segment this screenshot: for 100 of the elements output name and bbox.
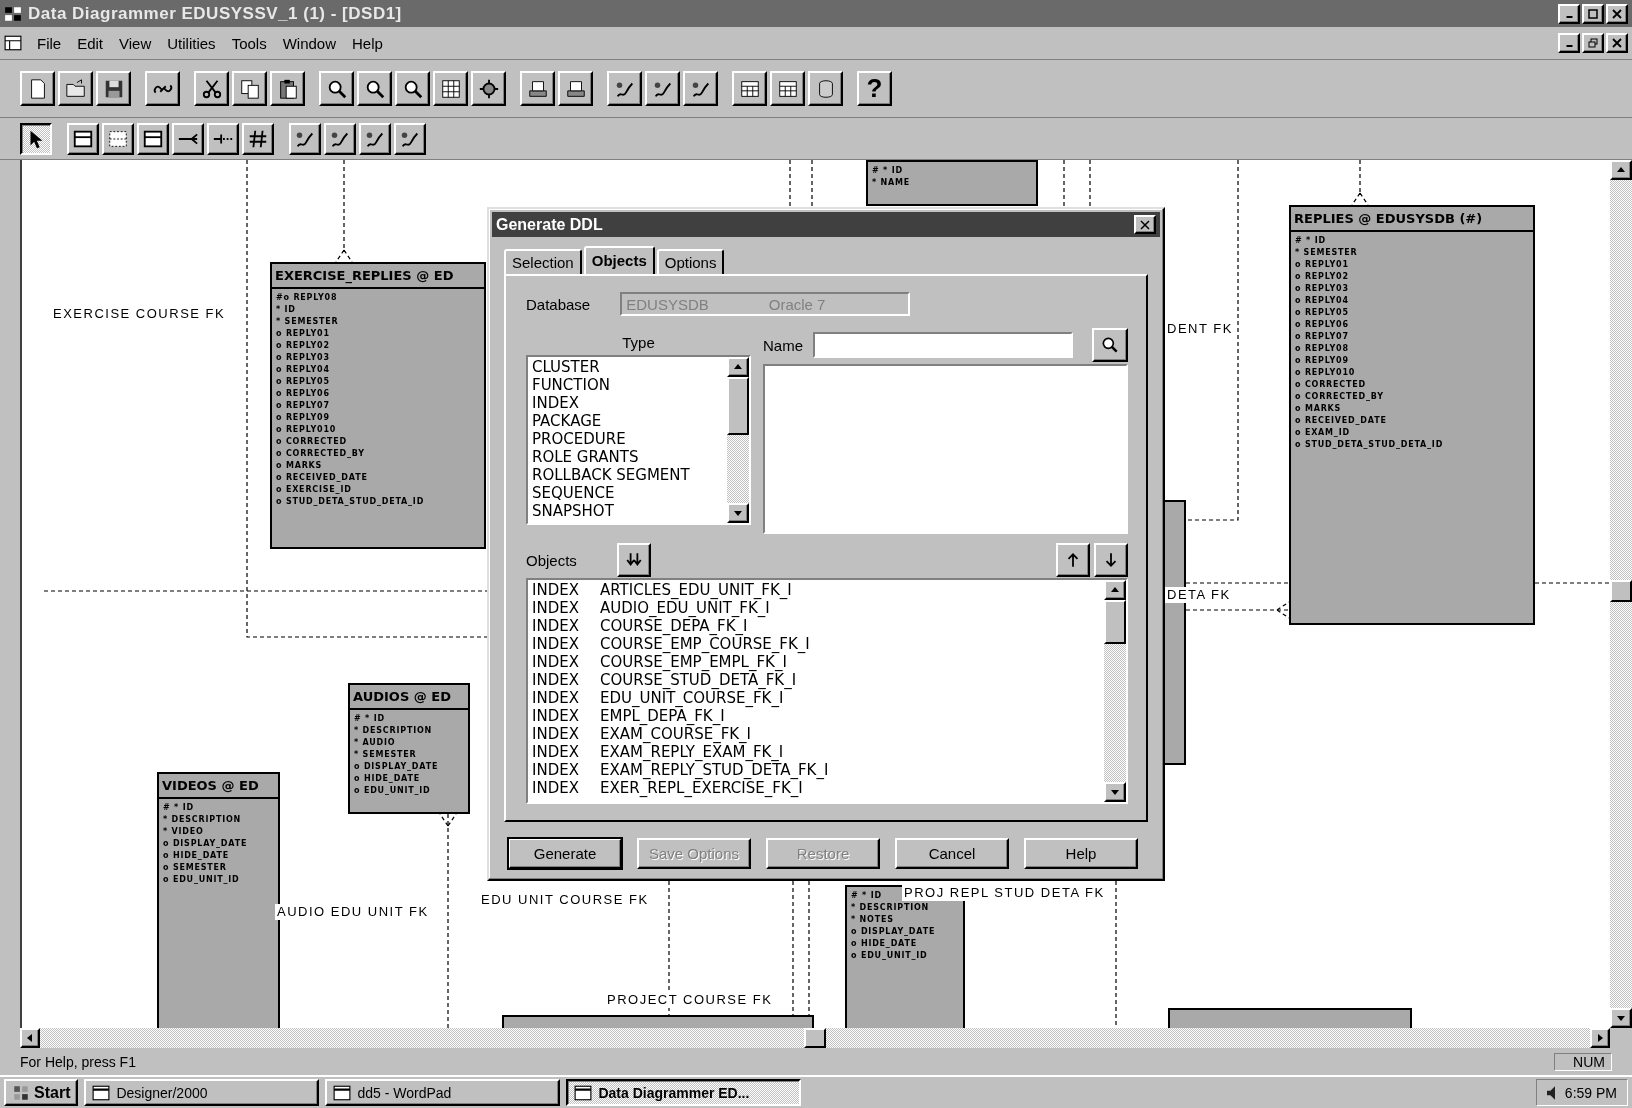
toolbar-button[interactable] <box>732 71 767 106</box>
scroll-down-button[interactable] <box>727 503 749 523</box>
list-item[interactable]: ROLLBACK SEGMENT <box>532 466 723 484</box>
scroll-up-button[interactable] <box>727 357 749 377</box>
scroll-right-button[interactable] <box>1590 1028 1610 1048</box>
menu-item[interactable]: View <box>112 34 161 52</box>
scroll-down-button[interactable] <box>1104 782 1126 802</box>
maximize-button[interactable] <box>1582 3 1604 24</box>
object-name[interactable]: EXER_REPL_EXERCISE_FK_I <box>600 779 803 797</box>
objects-list[interactable] <box>526 578 1128 804</box>
object-name[interactable]: EXAM_REPLY_STUD_DETA_FK_I <box>600 761 829 779</box>
list-item[interactable]: SNAPSHOT <box>532 502 723 520</box>
toolbar-button[interactable] <box>395 71 430 106</box>
entity-attribute: o REPLY02 <box>276 340 330 352</box>
menu-item[interactable]: File <box>30 34 71 52</box>
tool-button[interactable] <box>20 122 52 155</box>
dialog-button[interactable]: Cancel <box>895 838 1009 869</box>
menu-item[interactable]: Tools <box>224 34 276 52</box>
scroll-thumb[interactable] <box>1610 580 1632 602</box>
toolbar-button[interactable] <box>471 71 506 106</box>
menu-item[interactable]: Window <box>275 34 345 52</box>
object-name[interactable]: COURSE_EMP_EMPL_FK_I <box>600 653 787 671</box>
object-name[interactable]: EMPL_DEPA_FK_I <box>600 707 725 725</box>
toolbar-button[interactable] <box>520 71 555 106</box>
close-button[interactable] <box>1606 33 1628 53</box>
toolbar-button[interactable] <box>433 71 468 106</box>
entity-box[interactable]: # * ID * NAME <box>866 160 1038 206</box>
object-name[interactable]: ARTICLES_EDU_UNIT_FK_I <box>600 581 792 599</box>
tab[interactable]: Selection <box>504 249 582 274</box>
up-triangle-icon <box>733 362 743 372</box>
toolbar-button[interactable] <box>96 71 131 106</box>
dialog-button[interactable]: Help <box>1024 838 1138 869</box>
object-name[interactable]: AUDIO_EDU_UNIT_FK_I <box>600 599 770 617</box>
scrollbar[interactable] <box>20 1028 1610 1048</box>
scroll-thumb[interactable] <box>804 1028 826 1048</box>
entity-box[interactable] <box>270 262 486 549</box>
close-icon <box>1612 38 1622 48</box>
toolbar-button[interactable] <box>270 71 305 106</box>
list-item[interactable]: CLUSTER <box>532 358 723 376</box>
search-button[interactable] <box>1092 328 1128 362</box>
help-button[interactable]: ? <box>857 71 892 106</box>
name-field[interactable] <box>813 332 1073 358</box>
move-down-button[interactable] <box>1094 543 1128 577</box>
list-item[interactable]: PACKAGE <box>532 412 723 430</box>
move-up-button[interactable] <box>1056 543 1090 577</box>
list-item[interactable]: FUNCTION <box>532 376 723 394</box>
toolbar-button[interactable] <box>683 71 718 106</box>
toolbar-button[interactable] <box>319 71 354 106</box>
entity-box[interactable]: AUDIOS @ ED # * ID * DESCRIPTION * AUDIO * SEMESTER o DISPLAY_DATE o HIDE_DATE o EDU_UNIT_ID <box>348 683 470 814</box>
object-name[interactable]: COURSE_EMP_COURSE_FK_I <box>600 635 810 653</box>
object-type: INDEX <box>532 599 580 617</box>
scroll-up-button[interactable] <box>1610 160 1632 180</box>
scroll-thumb[interactable] <box>727 377 749 435</box>
add-all-button[interactable] <box>616 543 651 577</box>
restore-button[interactable] <box>1582 33 1604 53</box>
list-item[interactable]: PROCEDURE <box>532 430 723 448</box>
toolbar-button[interactable] <box>20 71 55 106</box>
toolbar-button[interactable] <box>357 71 392 106</box>
scroll-up-button[interactable] <box>1104 580 1126 600</box>
menu-item[interactable]: Utilities <box>160 34 225 52</box>
list-item[interactable]: ROLE GRANTS <box>532 448 723 466</box>
scrollbar[interactable] <box>1104 580 1126 802</box>
toolbar-button[interactable] <box>558 71 593 106</box>
gear-icon <box>477 77 500 100</box>
taskbar-button[interactable]: Designer/2000 <box>84 1079 320 1106</box>
relationship-line <box>1089 160 1091 208</box>
menu-item[interactable]: Edit <box>70 34 113 52</box>
toolbar-button[interactable] <box>232 71 267 106</box>
type-list[interactable]: CLUSTER FUNCTION INDEX PACKAGE PROCEDURE ROLE GRANTS ROLLBACK SEGMENT SEQUENCE SNAPSHOT <box>526 355 751 525</box>
object-name[interactable]: EDU_UNIT_COURSE_FK_I <box>600 689 784 707</box>
scroll-down-button[interactable] <box>1610 1008 1632 1028</box>
minimize-button[interactable] <box>1558 33 1580 53</box>
tab[interactable]: Objects <box>583 246 655 274</box>
toolbar-button[interactable] <box>58 71 93 106</box>
close-button[interactable] <box>1606 3 1628 24</box>
entity-box[interactable] <box>1289 205 1535 625</box>
toolbar-button[interactable] <box>194 71 229 106</box>
toolbar-button[interactable] <box>607 71 642 106</box>
list-item[interactable]: INDEX <box>532 394 723 412</box>
dialog-button[interactable]: Generate <box>508 838 622 869</box>
scrollbar[interactable] <box>1610 160 1632 1028</box>
object-name[interactable]: COURSE_DEPA_FK_I <box>600 617 748 635</box>
start-button[interactable]: Start <box>4 1079 79 1106</box>
taskbar-button[interactable]: dd5 - WordPad <box>325 1079 561 1106</box>
scroll-left-button[interactable] <box>20 1028 40 1048</box>
object-name[interactable]: EXAM_COURSE_FK_I <box>600 725 752 743</box>
close-button[interactable] <box>1134 215 1156 234</box>
minimize-button[interactable] <box>1558 3 1580 24</box>
toolbar-button[interactable] <box>808 71 843 106</box>
scrollbar[interactable] <box>727 357 749 523</box>
toolbar-button[interactable] <box>145 71 180 106</box>
taskbar-button[interactable]: Data Diagrammer ED... <box>566 1079 802 1106</box>
object-name[interactable]: COURSE_STUD_DETA_FK_I <box>600 671 797 689</box>
toolbar-button[interactable] <box>770 71 805 106</box>
menu-item[interactable]: Help <box>345 34 392 52</box>
scroll-thumb[interactable] <box>1104 600 1126 644</box>
object-name[interactable]: EXAM_REPLY_EXAM_FK_I <box>600 743 784 761</box>
toolbar-button[interactable] <box>645 71 680 106</box>
tab[interactable]: Options <box>656 249 725 274</box>
list-item[interactable]: SEQUENCE <box>532 484 723 502</box>
